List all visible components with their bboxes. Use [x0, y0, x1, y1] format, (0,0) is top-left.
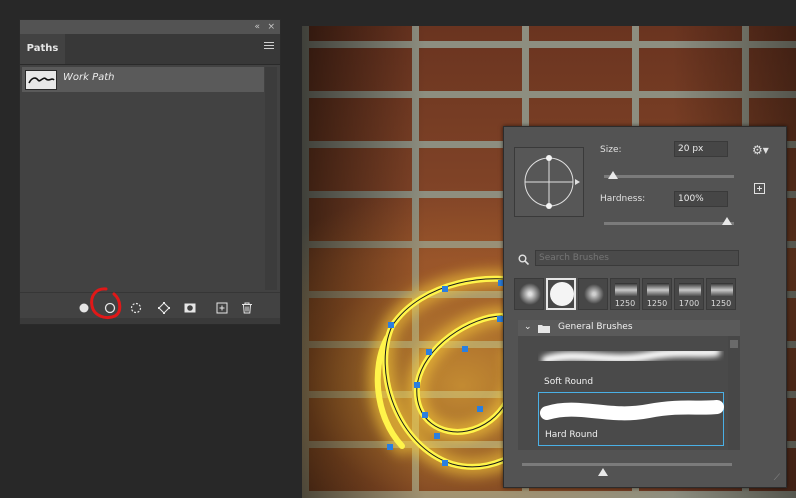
brush-item-hard-round[interactable]: Hard Round	[538, 392, 724, 446]
load-path-as-selection-icon[interactable]	[130, 299, 142, 314]
chevron-down-icon[interactable]: ⌄	[524, 322, 532, 332]
brush-angle-preview[interactable]	[514, 147, 584, 217]
recent-brush-texture[interactable]: 1700	[674, 278, 704, 310]
recent-brush-soft-round-2[interactable]	[578, 278, 608, 310]
new-path-icon[interactable]	[216, 299, 228, 314]
size-slider-thumb[interactable]	[608, 171, 618, 179]
delete-path-icon[interactable]	[241, 299, 253, 314]
brush-item-soft-round[interactable]: Soft Round	[538, 340, 724, 390]
paths-panel: « × Paths Work Path	[19, 19, 281, 325]
search-brushes-input[interactable]	[535, 250, 739, 266]
brush-list: ⌄ General Brushes Soft Round Hard Round	[518, 320, 740, 450]
brush-name: Hard Round	[545, 430, 598, 440]
brush-name: Soft Round	[544, 377, 594, 387]
path-row-work-path[interactable]: Work Path	[22, 67, 264, 92]
brush-settings-gear-icon[interactable]: ⚙▾	[752, 143, 769, 157]
add-mask-icon[interactable]	[184, 299, 196, 313]
red-annotation-circle	[90, 287, 122, 320]
search-icon	[518, 250, 530, 269]
hardness-label: Hardness:	[600, 194, 646, 204]
recent-brush-texture[interactable]: 1250	[610, 278, 640, 310]
path-thumbnail	[25, 70, 57, 90]
hardness-input[interactable]	[674, 191, 728, 207]
tab-paths[interactable]: Paths	[20, 34, 65, 64]
panel-footer-toolbar	[20, 292, 280, 317]
preview-size-slider-thumb[interactable]	[598, 468, 608, 476]
panel-resize-edge[interactable]	[20, 318, 280, 324]
brush-group-general[interactable]: ⌄ General Brushes	[518, 320, 740, 336]
recent-brush-soft-round[interactable]	[514, 278, 544, 310]
size-input[interactable]	[674, 141, 728, 157]
resize-grip-icon[interactable]: ⟋	[774, 473, 780, 483]
folder-icon	[538, 324, 550, 336]
close-panel-icon[interactable]: ×	[267, 21, 275, 33]
hardness-slider-thumb[interactable]	[722, 217, 732, 225]
panel-tab-bar: Paths	[20, 34, 280, 65]
path-name: Work Path	[63, 72, 115, 83]
new-preset-icon[interactable]	[754, 179, 765, 198]
recent-brush-hard-round[interactable]	[546, 278, 576, 310]
group-name: General Brushes	[558, 322, 633, 332]
panel-scrollbar[interactable]	[265, 67, 277, 290]
collapse-panels-icon[interactable]: «	[254, 21, 260, 33]
size-label: Size:	[600, 145, 622, 155]
brush-list-scrollbar[interactable]	[728, 336, 740, 450]
hardness-slider[interactable]	[604, 222, 734, 225]
panel-title-strip[interactable]: « ×	[20, 20, 280, 34]
panel-menu-icon[interactable]	[264, 42, 274, 52]
preview-size-slider[interactable]	[522, 463, 732, 466]
recent-brush-texture[interactable]: 1250	[642, 278, 672, 310]
recent-brush-texture[interactable]: 1250	[706, 278, 736, 310]
make-work-path-icon[interactable]	[158, 299, 170, 314]
size-slider[interactable]	[604, 175, 734, 178]
brush-preset-picker: Size: ⚙▾ Hardness: 1250 1250 1700 12	[503, 126, 787, 488]
